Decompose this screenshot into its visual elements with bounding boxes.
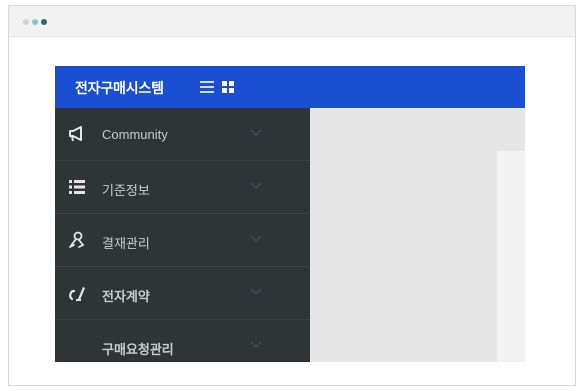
sidebar-item-e-contract[interactable]: 전자계약 xyxy=(55,267,310,320)
window-titlebar xyxy=(9,6,575,37)
content-panel xyxy=(497,151,525,362)
sidebar-item-purchase-request[interactable]: 구매요청관리 xyxy=(55,320,310,368)
window-dot-icon[interactable] xyxy=(23,19,29,25)
chevron-down-icon xyxy=(251,342,261,348)
megaphone-icon xyxy=(69,126,82,142)
chevron-down-icon xyxy=(251,236,261,242)
grid-view-icon[interactable] xyxy=(222,81,235,94)
window-dot-icon[interactable] xyxy=(41,19,47,25)
sidebar-item-label: 기준정보 xyxy=(102,183,150,198)
window-dot-icon[interactable] xyxy=(32,19,38,25)
app-title: 전자구매시스템 xyxy=(75,80,164,96)
sidebar-item-approval[interactable]: 결재관리 xyxy=(55,214,310,267)
chevron-down-icon xyxy=(251,183,261,189)
app-header: 전자구매시스템 xyxy=(55,66,525,108)
approval-icon xyxy=(69,231,85,248)
chevron-down-icon xyxy=(251,289,261,295)
contract-icon xyxy=(69,287,85,301)
sidebar-item-label: 구매요청관리 xyxy=(102,342,174,357)
hamburger-menu-icon[interactable] xyxy=(200,78,214,94)
sidebar-item-community[interactable]: Community xyxy=(55,108,310,161)
sidebar-item-label: 결재관리 xyxy=(102,236,150,251)
chevron-down-icon xyxy=(251,130,261,136)
sidebar-item-standard-info[interactable]: 기준정보 xyxy=(55,161,310,214)
main-content xyxy=(310,108,525,362)
list-icon xyxy=(69,180,85,194)
sidebar-item-label: Community xyxy=(102,127,168,142)
sidebar-item-label: 전자계약 xyxy=(102,289,150,304)
sidebar: Community 기준정보 결재관리 전자계약 구매요청관리 xyxy=(55,108,310,362)
